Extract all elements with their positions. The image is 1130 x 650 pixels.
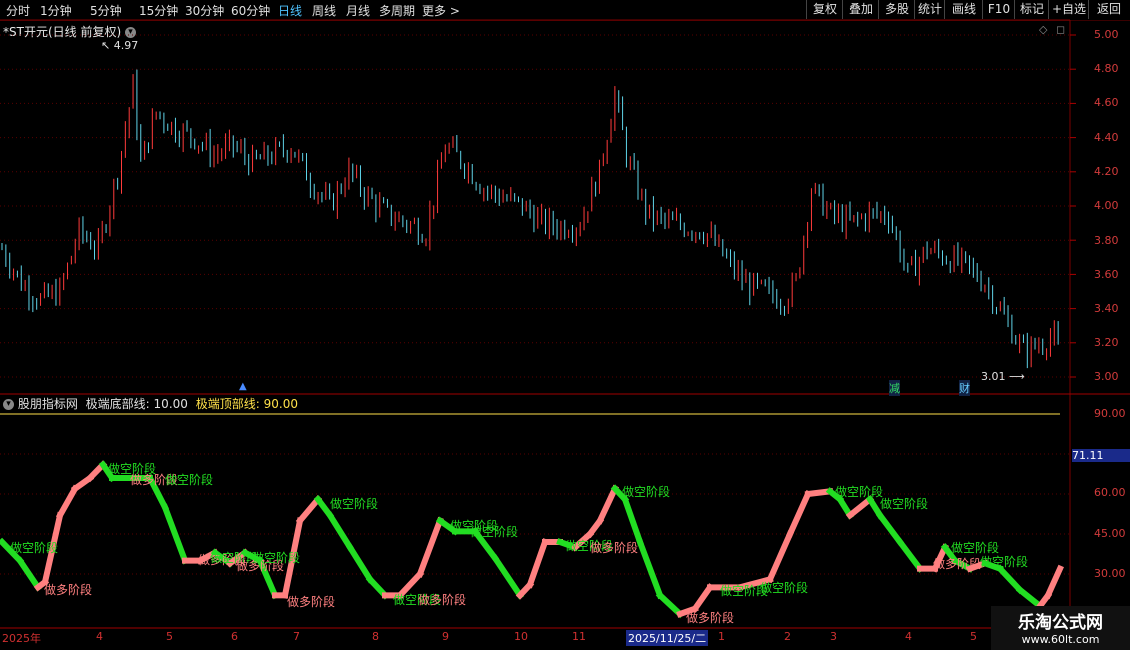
long-phase-segment: [1044, 564, 1064, 600]
long-phase-segment: [690, 583, 715, 613]
date-label: 2: [784, 630, 791, 643]
indicator-lines: [0, 460, 1064, 619]
date-label: 5: [166, 630, 173, 643]
short-phase-segment: [325, 511, 355, 552]
low-price-marker: 3.01 ⟶: [981, 370, 1025, 383]
indicator-name: 股朋指标网: [17, 397, 78, 411]
long-phase-segment: [596, 484, 619, 525]
event-marker-icon[interactable]: ▲: [239, 381, 247, 392]
short-phase-segment: [895, 537, 925, 573]
short-phase-label: 做空阶段: [10, 540, 58, 555]
short-phase-segment: [1015, 585, 1045, 611]
long-phase-label: 做多阶段: [418, 592, 466, 607]
watermark-logo: 乐淘公式网 www.60lt.com: [991, 606, 1130, 650]
short-phase-label: 做空阶段: [622, 484, 670, 499]
top-line-value: 90.00: [263, 397, 298, 411]
long-phase-segment: [416, 516, 444, 578]
high-price-marker: ↖ 4.97: [101, 39, 139, 52]
phase-labels: 做空阶段做多阶段做空阶段做多阶段做空阶段做多阶段做空阶段做多阶段做空阶段做多阶段…: [10, 461, 1028, 625]
date-label: 10: [514, 630, 528, 643]
short-phase-label: 做空阶段: [252, 550, 300, 565]
price-tick: 4.80: [1094, 62, 1119, 75]
short-phase-label: 做空阶段: [980, 554, 1028, 569]
short-phase-segment: [621, 495, 644, 546]
date-axis: 2025年 4 5 6 7 8 9 10 11 2025/11/25/二 1 2…: [0, 628, 1070, 646]
short-phase-segment: [995, 564, 1025, 595]
short-phase-label: 做空阶段: [760, 580, 808, 595]
kline-chart[interactable]: 做空阶段做多阶段做空阶段做多阶段做空阶段做多阶段做空阶段做多阶段做空阶段做多阶段…: [0, 0, 1130, 650]
date-label: 4: [96, 630, 103, 643]
long-phase-label: 做多阶段: [287, 594, 335, 609]
short-phase-label: 做空阶段: [835, 484, 883, 499]
high-price-value: 4.97: [113, 39, 139, 52]
long-phase-segment: [786, 490, 812, 538]
price-tick: 3.40: [1094, 302, 1119, 315]
price-tick: 3.60: [1094, 268, 1119, 281]
long-phase-segment: [295, 495, 323, 525]
price-tick: 4.20: [1094, 165, 1119, 178]
cursor-date-label: 2025/11/25/二: [626, 630, 709, 646]
short-phase-label: 做空阶段: [165, 472, 213, 487]
price-tick: 5.00: [1094, 28, 1119, 41]
price-tick: 3.80: [1094, 234, 1119, 247]
date-label: 11: [572, 630, 586, 643]
indicator-tick: 60.00: [1094, 486, 1126, 499]
indicator-tick: 45.00: [1094, 527, 1126, 540]
grid: [0, 19, 1130, 629]
short-phase-segment: [875, 511, 905, 547]
date-label: 2025年: [2, 632, 41, 645]
long-phase-label: 做多阶段: [933, 556, 981, 571]
date-label: 8: [372, 630, 379, 643]
date-label: 1: [718, 630, 725, 643]
date-label: 3: [830, 630, 837, 643]
short-phase-label: 做空阶段: [330, 496, 378, 511]
bottom-line-value: 10.00: [153, 397, 188, 411]
long-phase-label: 做多阶段: [686, 610, 734, 625]
date-label: 9: [442, 630, 449, 643]
low-price-value: 3.01: [981, 370, 1006, 383]
price-tick: 4.60: [1094, 96, 1119, 109]
date-label: 7: [293, 630, 300, 643]
date-label: 5: [970, 630, 977, 643]
bottom-line-label: 极端底部线:: [85, 397, 150, 411]
indicator-settings-icon[interactable]: ▾: [3, 399, 14, 410]
reduce-badge[interactable]: 减: [889, 380, 900, 396]
indicator-header: ▾ 股朋指标网 极端底部线: 10.00 极端顶部线: 90.00: [0, 395, 1070, 411]
long-phase-segment: [766, 530, 794, 584]
date-label: 6: [231, 630, 238, 643]
short-phase-label: 做空阶段: [880, 496, 928, 511]
short-phase-segment: [15, 556, 43, 592]
price-tick: 4.40: [1094, 131, 1119, 144]
finance-badge[interactable]: 财: [959, 380, 970, 396]
short-phase-label: 做空阶段: [470, 524, 518, 539]
indicator-tick: 90.00: [1094, 407, 1126, 420]
short-phase-label: 做空阶段: [951, 540, 999, 555]
indicator-current-value: 71.11: [1072, 449, 1130, 462]
long-phase-label: 做多阶段: [44, 582, 92, 597]
long-phase-segment: [526, 538, 549, 589]
short-phase-segment: [655, 591, 685, 619]
top-line-label: 极端顶部线:: [195, 397, 260, 411]
price-tick: 3.20: [1094, 336, 1119, 349]
price-tick: 4.00: [1094, 199, 1119, 212]
long-phase-label: 做多阶段: [590, 540, 638, 555]
watermark-url: www.60lt.com: [1021, 633, 1100, 646]
candlesticks: [1, 69, 1059, 369]
short-phase-segment: [345, 543, 375, 584]
price-tick: 3.00: [1094, 370, 1119, 383]
indicator-tick: 30.00: [1094, 567, 1126, 580]
long-phase-segment: [55, 484, 80, 520]
date-label: 4: [905, 630, 912, 643]
long-phase-segment: [845, 495, 875, 520]
short-phase-segment: [636, 538, 664, 600]
watermark-name: 乐淘公式网: [1018, 613, 1103, 633]
short-phase-segment: [490, 553, 525, 600]
